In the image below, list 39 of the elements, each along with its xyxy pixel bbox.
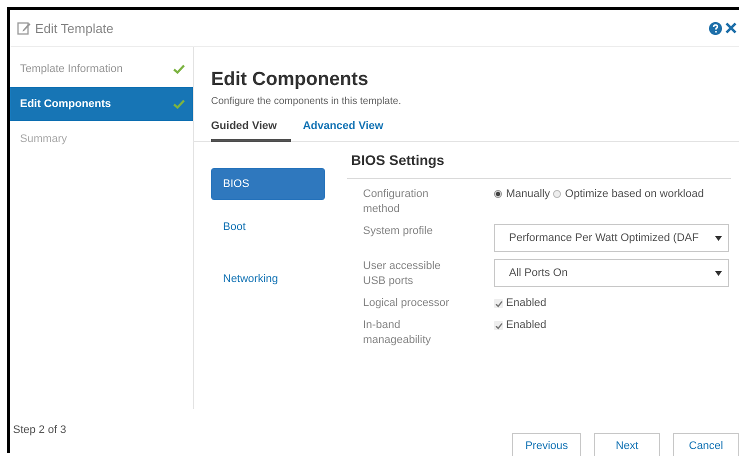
radio-label: Manually bbox=[506, 187, 550, 202]
setting-label: System profile bbox=[363, 224, 434, 239]
view-tab[interactable]: Guided View bbox=[211, 116, 291, 142]
radio-button[interactable] bbox=[553, 190, 562, 198]
footer-button[interactable]: Cancel bbox=[673, 433, 739, 456]
page-heading: Edit Components bbox=[211, 69, 370, 91]
window-title: Edit Template bbox=[35, 20, 114, 36]
footer-button[interactable]: Next bbox=[594, 433, 660, 456]
dropdown-caret-icon bbox=[715, 236, 722, 240]
checkbox[interactable] bbox=[494, 299, 503, 308]
footer-button[interactable]: Previous bbox=[512, 433, 581, 456]
component-item[interactable]: Boot bbox=[211, 212, 325, 242]
wizard-step[interactable]: Template Information bbox=[10, 53, 193, 85]
setting-label: Configuration method bbox=[363, 187, 430, 217]
wizard-step[interactable]: Edit Components bbox=[10, 87, 193, 121]
check-icon bbox=[173, 64, 185, 74]
component-item[interactable]: BIOS bbox=[211, 168, 325, 200]
help-button[interactable] bbox=[709, 22, 722, 34]
checkbox[interactable] bbox=[494, 321, 503, 330]
view-tab[interactable]: Advanced View bbox=[302, 116, 384, 142]
dropdown-field[interactable]: All Ports On bbox=[494, 259, 729, 287]
edit-icon bbox=[17, 21, 31, 35]
close-button[interactable] bbox=[725, 22, 737, 34]
dropdown-field[interactable]: Performance Per Watt Optimized (DAF bbox=[494, 224, 729, 252]
radio-button[interactable] bbox=[494, 190, 502, 198]
section-title: BIOS Settings bbox=[347, 150, 731, 179]
dropdown-caret-icon bbox=[715, 270, 722, 276]
close-icon bbox=[725, 22, 737, 34]
page-subtitle: Configure the components in this template. bbox=[211, 96, 402, 107]
setting-label: Logical processor bbox=[363, 296, 450, 311]
check-icon bbox=[173, 99, 185, 109]
component-item[interactable]: Networking bbox=[211, 264, 325, 294]
checkbox-label: Enabled bbox=[506, 296, 546, 311]
setting-label: In-band manageability bbox=[363, 318, 432, 348]
setting-label: User accessible USB ports bbox=[363, 259, 442, 289]
help-icon bbox=[709, 22, 722, 34]
step-counter: Step 2 of 3 bbox=[13, 424, 66, 436]
radio-label: Optimize based on workload bbox=[565, 187, 704, 202]
checkbox-label: Enabled bbox=[506, 318, 546, 333]
